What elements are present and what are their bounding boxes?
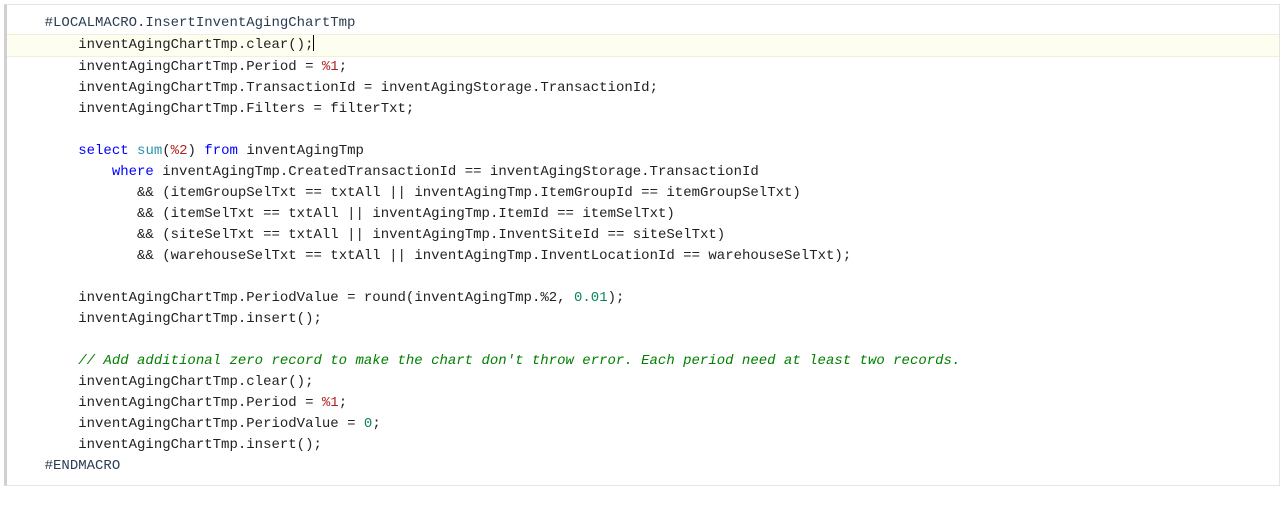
code-line: && (siteSelTxt == txtAll || inventAgingT… — [7, 225, 1279, 246]
code-comment: // Add additional zero record to make th… — [78, 353, 960, 369]
text-cursor — [313, 35, 314, 51]
code-line: inventAgingChartTmp.Period = %1; — [7, 57, 1279, 78]
code-line: // Add additional zero record to make th… — [7, 351, 1279, 372]
code-line: && (itemSelTxt == txtAll || inventAgingT… — [7, 204, 1279, 225]
code-line-active: inventAgingChartTmp.clear(); — [7, 34, 1279, 57]
macro-directive: #LOCALMACRO.InsertInventAgingChartTmp — [45, 15, 356, 31]
code-line: inventAgingChartTmp.PeriodValue = 0; — [7, 414, 1279, 435]
code-line: inventAgingChartTmp.insert(); — [7, 435, 1279, 456]
code-line: #LOCALMACRO.InsertInventAgingChartTmp — [7, 13, 1279, 34]
code-line: inventAgingChartTmp.Period = %1; — [7, 393, 1279, 414]
code-line: inventAgingChartTmp.PeriodValue = round(… — [7, 288, 1279, 309]
code-line: && (warehouseSelTxt == txtAll || inventA… — [7, 246, 1279, 267]
code-line: inventAgingChartTmp.insert(); — [7, 309, 1279, 330]
code-line: where inventAgingTmp.CreatedTransactionI… — [7, 162, 1279, 183]
macro-directive: #ENDMACRO — [45, 458, 121, 474]
code-editor[interactable]: #LOCALMACRO.InsertInventAgingChartTmp in… — [4, 4, 1280, 486]
code-line: select sum(%2) from inventAgingTmp — [7, 141, 1279, 162]
code-line-blank — [7, 120, 1279, 141]
code-line: inventAgingChartTmp.Filters = filterTxt; — [7, 99, 1279, 120]
code-line: #ENDMACRO — [7, 456, 1279, 477]
code-line: inventAgingChartTmp.clear(); — [7, 372, 1279, 393]
code-line: && (itemGroupSelTxt == txtAll || inventA… — [7, 183, 1279, 204]
code-line-blank — [7, 267, 1279, 288]
code-line-blank — [7, 330, 1279, 351]
code-line: inventAgingChartTmp.TransactionId = inve… — [7, 78, 1279, 99]
